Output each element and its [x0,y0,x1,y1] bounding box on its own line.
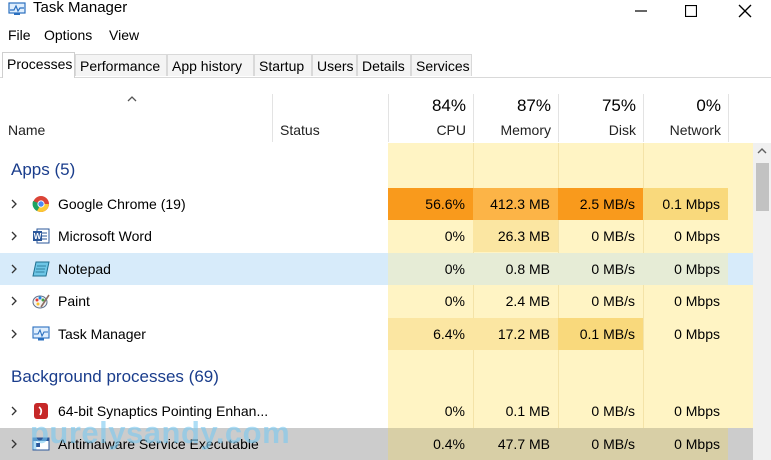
column-divider[interactable] [728,94,729,142]
cpu-cell: 0% [444,228,465,244]
chrome-icon [32,196,49,213]
process-name: Google Chrome (19) [58,196,186,212]
column-network-header[interactable]: Network [643,122,721,138]
column-disk-header[interactable]: Disk [558,122,636,138]
close-button[interactable] [722,0,768,22]
tab-details[interactable]: Details [357,54,411,76]
word-icon: W [33,228,50,244]
cpu-cell: 0% [444,293,465,309]
memory-cell: 2.4 MB [505,293,550,309]
cpu-cell: 56.6% [388,188,473,220]
disk-cell: 0 MB/s [591,403,635,419]
process-row-paint[interactable]: Paint 0% 2.4 MB 0 MB/s 0 Mbps [0,285,771,317]
process-name: Notepad [58,261,111,277]
disk-cell: 0 MB/s [558,428,643,460]
memory-cell: 17.2 MB [473,318,558,350]
cpu-cell: 0% [388,253,473,285]
watermark-text: purelysandy.com [30,415,291,450]
memory-cell: 412.3 MB [473,188,558,220]
disk-cell: 0 MB/s [591,228,635,244]
tab-processes[interactable]: Processes [2,52,75,78]
memory-cell: 47.7 MB [473,428,558,460]
cpu-cell: 0.4% [388,428,473,460]
disk-cell: 0.1 MB/s [558,318,643,350]
column-memory-header[interactable]: Memory [473,122,551,138]
cpu-cell: 6.4% [388,318,473,350]
cpu-usage-total[interactable]: 84% [388,96,466,116]
tab-performance[interactable]: Performance [75,54,167,76]
maximize-icon [685,5,697,17]
chevron-right-icon[interactable] [9,406,19,416]
network-cell: 0 Mbps [674,403,720,419]
task-manager-app-icon [8,2,26,15]
network-cell: 0 Mbps [674,326,720,342]
group-header-apps[interactable]: Apps (5) [11,160,75,180]
column-name-header[interactable]: Name [8,122,45,138]
window-title: Task Manager [33,0,128,16]
chevron-right-icon[interactable] [9,439,19,449]
tab-startup[interactable]: Startup [254,54,312,76]
tab-services[interactable]: Services [411,54,472,76]
chevron-right-icon[interactable] [9,231,19,241]
process-name: Microsoft Word [58,228,152,244]
scrollbar-thumb[interactable] [756,163,769,211]
disk-cell: 2.5 MB/s [558,188,643,220]
memory-usage-total[interactable]: 87% [473,96,551,116]
memory-cell: 26.3 MB [473,220,558,252]
disk-usage-total[interactable]: 75% [558,96,636,116]
process-name: Task Manager [58,326,146,342]
maximize-button[interactable] [668,0,714,22]
disk-cell: 0 MB/s [558,253,643,285]
network-usage-total[interactable]: 0% [643,96,721,116]
close-icon [738,4,752,18]
menu-view[interactable]: View [109,27,139,43]
process-row-word[interactable]: W Microsoft Word 0% 26.3 MB 0 MB/s 0 Mbp… [0,220,771,252]
menu-options[interactable]: Options [44,27,92,43]
notepad-icon [32,261,50,277]
column-cpu-header[interactable]: CPU [388,122,466,138]
network-cell: 0 Mbps [643,253,728,285]
paint-icon [32,294,50,309]
chevron-right-icon[interactable] [9,264,19,274]
tab-users[interactable]: Users [312,54,357,76]
process-name: Paint [58,293,90,309]
tab-app-history[interactable]: App history [167,54,254,76]
process-row-task-manager[interactable]: Task Manager 6.4% 17.2 MB 0.1 MB/s 0 Mbp… [0,318,771,350]
network-cell: 0 Mbps [674,293,720,309]
memory-cell: 0.1 MB [505,403,550,419]
menu-file[interactable]: File [8,27,31,43]
network-cell: 0.1 Mbps [643,188,728,220]
scroll-up-icon[interactable] [757,147,767,155]
network-cell: 0 Mbps [643,428,728,460]
process-row-chrome[interactable]: Google Chrome (19) 56.6% 412.3 MB 2.5 MB… [0,188,771,220]
memory-cell: 0.8 MB [473,253,558,285]
column-divider[interactable] [272,94,273,142]
disk-cell: 0 MB/s [591,293,635,309]
task-manager-icon [32,326,50,341]
network-cell: 0 Mbps [674,228,720,244]
chevron-right-icon[interactable] [9,199,19,209]
minimize-button[interactable] [618,0,664,22]
minimize-icon [635,10,647,12]
svg-text:W: W [34,232,42,241]
group-header-background-processes[interactable]: Background processes (69) [11,367,219,387]
chevron-right-icon[interactable] [9,296,19,306]
sort-ascending-icon [127,96,137,102]
column-status-header[interactable]: Status [280,122,320,138]
process-row-notepad[interactable]: Notepad 0% 0.8 MB 0 MB/s 0 Mbps [0,253,771,285]
chevron-right-icon[interactable] [9,329,19,339]
cpu-cell: 0% [444,403,465,419]
